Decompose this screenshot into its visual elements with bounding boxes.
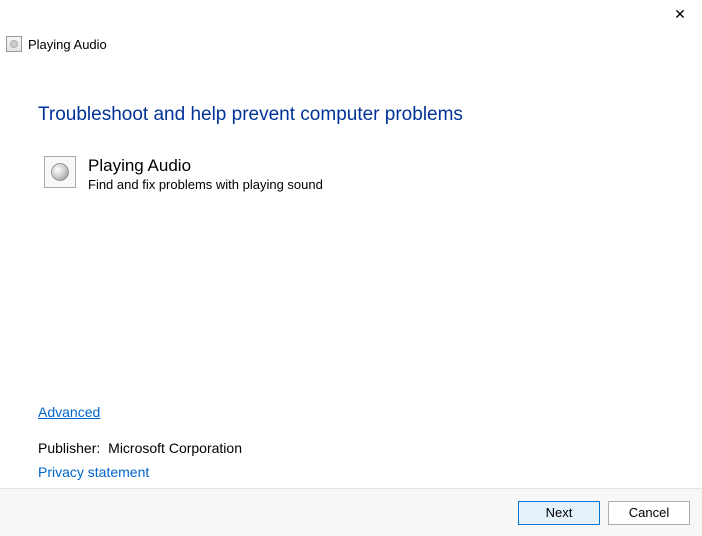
audio-icon — [6, 36, 22, 52]
publisher-row: Publisher: Microsoft Corporation — [38, 440, 242, 456]
window-title: Playing Audio — [28, 37, 107, 52]
publisher-label: Publisher: — [38, 440, 100, 456]
footer: Next Cancel — [0, 488, 702, 536]
bottom-links: Advanced Publisher: Microsoft Corporatio… — [38, 404, 242, 480]
close-icon: ✕ — [674, 6, 686, 23]
window-title-row: Playing Audio — [6, 36, 107, 52]
troubleshooter-text: Playing Audio Find and fix problems with… — [88, 156, 323, 192]
next-button[interactable]: Next — [518, 501, 600, 525]
publisher-value: Microsoft Corporation — [108, 440, 242, 456]
cancel-button[interactable]: Cancel — [608, 501, 690, 525]
privacy-statement-link[interactable]: Privacy statement — [38, 464, 149, 480]
troubleshooter-item: Playing Audio Find and fix problems with… — [44, 156, 664, 192]
speaker-icon — [44, 156, 76, 188]
troubleshooter-description: Find and fix problems with playing sound — [88, 177, 323, 192]
close-button[interactable]: ✕ — [666, 4, 694, 24]
titlebar: ✕ Playing Audio — [0, 0, 702, 56]
content-area: Troubleshoot and help prevent computer p… — [38, 104, 664, 480]
troubleshooter-title: Playing Audio — [88, 156, 323, 176]
page-heading: Troubleshoot and help prevent computer p… — [38, 104, 664, 126]
advanced-link[interactable]: Advanced — [38, 404, 100, 420]
